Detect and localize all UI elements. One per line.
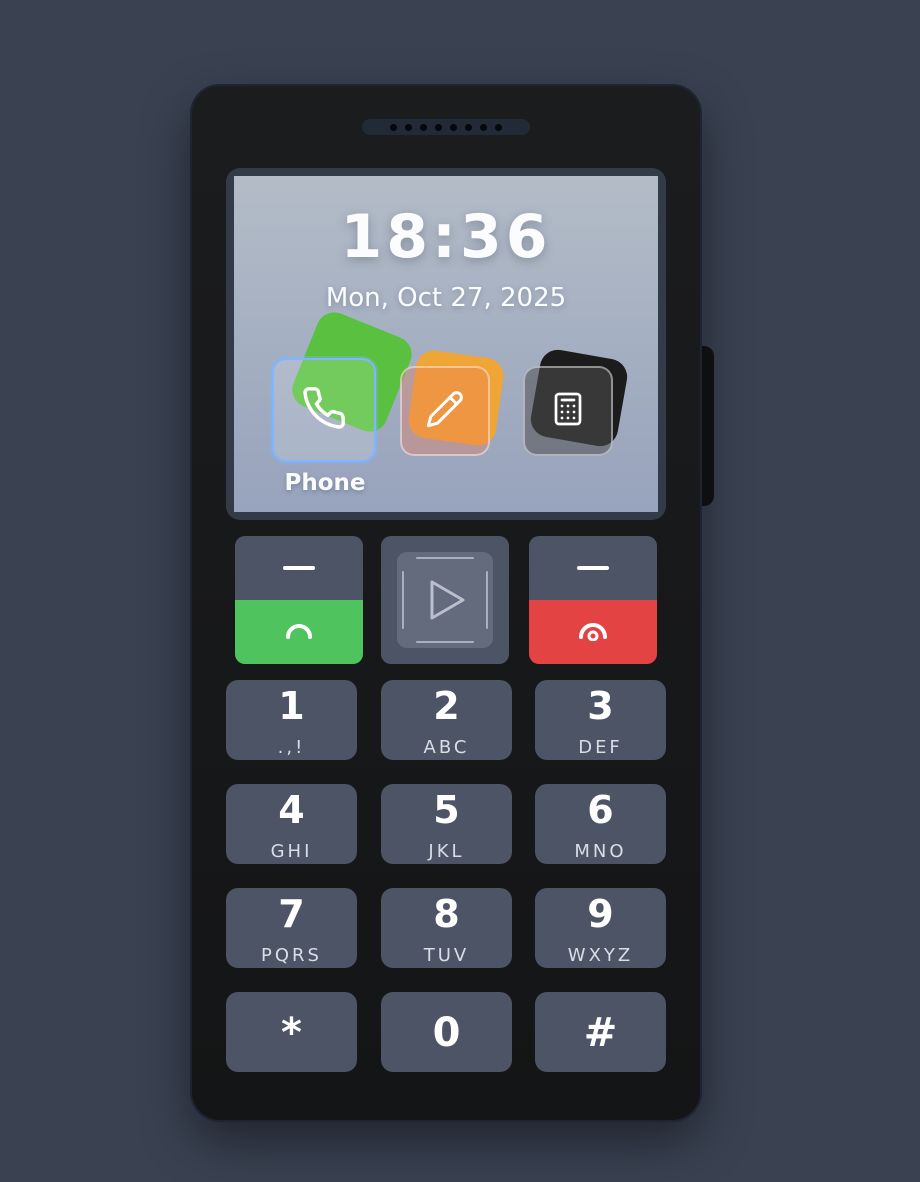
pencil-icon [425,389,465,433]
key-letters: PQRS [261,945,322,966]
minus-icon [283,566,315,570]
ok-button[interactable] [397,552,493,648]
key-letters: .,! [277,737,306,758]
app-calculator[interactable] [523,347,633,462]
key-digit: * [281,1010,302,1056]
key-digit: 6 [587,788,614,832]
key-digit: # [583,1010,618,1056]
key-hash[interactable]: # [535,992,666,1072]
key-0[interactable]: 0 [381,992,512,1072]
key-7[interactable]: 7 PQRS [226,888,357,968]
calculator-icon [550,391,586,431]
key-star[interactable]: * [226,992,357,1072]
end-softkey[interactable] [529,536,657,664]
key-digit: 7 [278,892,305,936]
end-call-icon [576,619,610,645]
key-letters: MNO [574,841,627,862]
right-softkey[interactable] [529,536,657,600]
key-digit: 8 [433,892,460,936]
end-call-button[interactable] [529,600,657,664]
clock-date: Mon, Oct 27, 2025 [325,283,567,313]
navigation-pad[interactable] [381,536,509,664]
key-letters: TUV [423,945,470,966]
left-softkey[interactable] [235,536,363,600]
key-9[interactable]: 9 WXYZ [535,888,666,968]
key-digit: 5 [433,788,460,832]
call-icon [282,619,316,645]
minus-icon [577,566,609,570]
selected-app-label: Phone [284,470,366,496]
clock-time: 18:36 [340,202,552,272]
key-letters: ABC [423,737,470,758]
key-1[interactable]: 1 .,! [226,680,357,760]
key-digit: 9 [587,892,614,936]
key-8[interactable]: 8 TUV [381,888,512,968]
key-digit: 0 [432,1010,461,1056]
key-letters: JKL [428,841,465,862]
key-letters: DEF [578,737,623,758]
key-5[interactable]: 5 JKL [381,784,512,864]
play-icon [402,557,488,643]
call-softkey[interactable] [235,536,363,664]
app-notes[interactable] [400,348,510,462]
app-phone[interactable] [272,306,418,462]
earpiece-speaker [362,119,530,135]
key-digit: 3 [587,684,614,728]
key-letters: WXYZ [567,945,634,966]
home-screen: 18:36 Mon, Oct 27, 2025 Phone [234,176,658,512]
feature-phone: 18:36 Mon, Oct 27, 2025 Phone 1 .,! 2 AB… [190,84,702,1122]
key-digit: 4 [278,788,305,832]
screen-bezel: 18:36 Mon, Oct 27, 2025 Phone [226,168,666,520]
key-letters: GHI [270,841,313,862]
key-2[interactable]: 2 ABC [381,680,512,760]
call-button[interactable] [235,600,363,664]
key-4[interactable]: 4 GHI [226,784,357,864]
key-digit: 2 [433,684,460,728]
key-digit: 1 [278,684,305,728]
key-3[interactable]: 3 DEF [535,680,666,760]
phone-icon [301,385,347,435]
key-6[interactable]: 6 MNO [535,784,666,864]
